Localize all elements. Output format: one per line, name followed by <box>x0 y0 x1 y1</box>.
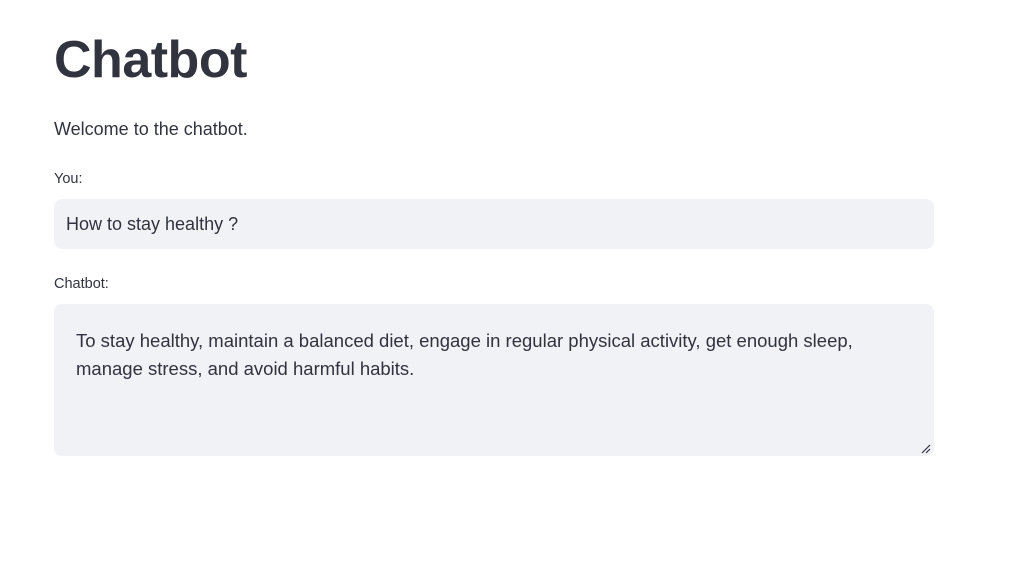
user-input-label: You: <box>54 171 83 187</box>
resize-handle-icon[interactable] <box>920 443 932 455</box>
chatbot-response-textarea[interactable]: To stay healthy, maintain a balanced die… <box>54 304 934 456</box>
user-message-input[interactable] <box>54 199 934 249</box>
page-title: Chatbot <box>54 31 247 89</box>
chatbot-output-label: Chatbot: <box>54 276 109 292</box>
welcome-text: Welcome to the chatbot. <box>54 119 248 139</box>
